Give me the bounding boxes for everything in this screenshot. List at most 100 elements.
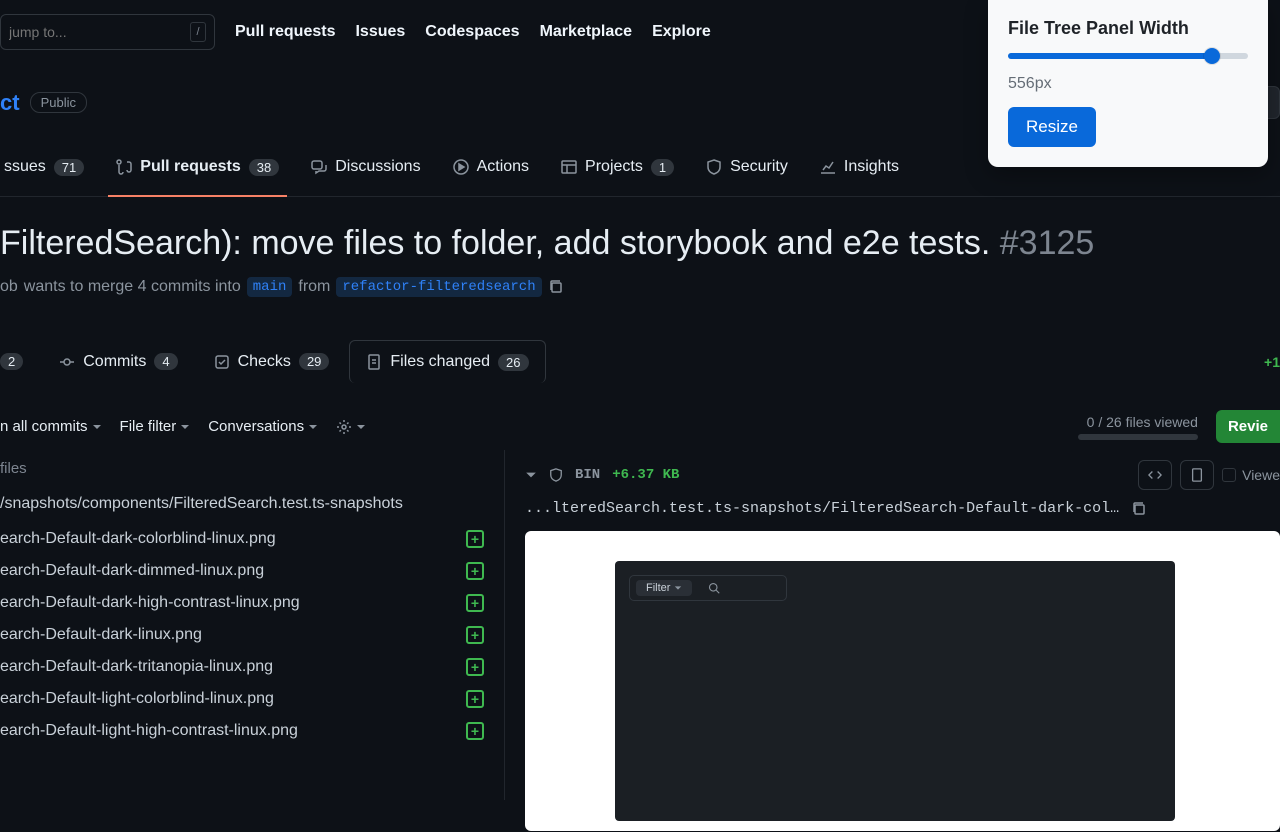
tab-label: Insights (844, 158, 899, 176)
preview-filter-control: Filter (629, 575, 787, 601)
tab-count: 1 (651, 159, 674, 176)
diff-added-icon: + (466, 594, 484, 612)
tab-discussions[interactable]: Discussions (307, 150, 424, 184)
tree-item[interactable]: earch-Default-dark-tritanopia-linux.png+ (0, 651, 494, 683)
tree-item[interactable]: earch-Default-light-colorblind-linux.png… (0, 683, 494, 715)
pr-tab-checks[interactable]: Checks 29 (198, 341, 346, 383)
checks-count: 29 (299, 353, 329, 370)
chevron-down-icon (308, 422, 318, 432)
tab-label: Files changed (390, 353, 490, 371)
nav-issues[interactable]: Issues (355, 23, 405, 41)
tree-item[interactable]: earch-Default-dark-colorblind-linux.png+ (0, 523, 494, 555)
tab-label: Actions (477, 158, 529, 176)
tree-item[interactable]: earch-Default-dark-high-contrast-linux.p… (0, 587, 494, 619)
preview-filter-button[interactable]: Filter (636, 580, 692, 596)
slash-key-hint: / (190, 22, 206, 42)
diff-bin-label: BIN (575, 467, 600, 483)
diff-added-icon: + (466, 658, 484, 676)
tab-actions[interactable]: Actions (449, 150, 533, 184)
search-input[interactable] (9, 24, 190, 40)
diff-added-icon: + (466, 690, 484, 708)
diff-added-icon: + (466, 530, 484, 548)
tab-insights[interactable]: Insights (816, 150, 903, 184)
pr-tab-commits[interactable]: Commits 4 (43, 341, 193, 383)
pr-merge-text: wants to merge 4 commits into (24, 278, 241, 296)
diff-size: +6.37 KB (612, 467, 679, 483)
tab-issues[interactable]: ssues 71 (0, 150, 88, 184)
head-branch[interactable]: refactor-filteredsearch (336, 277, 541, 297)
pr-author[interactable]: ob (0, 278, 18, 296)
rendered-view-button[interactable] (1180, 460, 1214, 490)
files-count: 26 (498, 354, 528, 371)
diff-added-icon: + (466, 722, 484, 740)
checklist-icon (214, 354, 230, 370)
from-text: from (298, 278, 330, 296)
code-icon (1148, 468, 1162, 482)
tab-label: ssues (4, 158, 46, 176)
chevron-down-icon (92, 422, 102, 432)
preview-search-icon[interactable] (700, 582, 780, 594)
pr-title: FilteredSearch): move files to folder, a… (0, 224, 1280, 263)
file-icon (1190, 468, 1204, 482)
tab-security[interactable]: Security (702, 150, 792, 184)
chevron-down-icon (356, 422, 366, 432)
pr-tab-conversation[interactable]: 2 (0, 341, 39, 382)
nav-marketplace[interactable]: Marketplace (540, 23, 633, 41)
graph-icon (820, 159, 836, 175)
slider-value: 556px (1008, 75, 1248, 93)
git-pull-request-icon (116, 159, 132, 175)
commits-count: 4 (154, 353, 177, 370)
diff-image-preview: Filter (525, 531, 1280, 831)
conversations-filter[interactable]: Conversations (208, 418, 318, 435)
settings-dropdown[interactable] (336, 419, 366, 435)
comment-discussion-icon (311, 159, 327, 175)
table-icon (561, 159, 577, 175)
chevron-down-icon (674, 584, 682, 592)
diff-file-path: ...lteredSearch.test.ts-snapshots/Filter… (525, 500, 1119, 517)
copy-icon[interactable] (548, 279, 564, 295)
tab-count: 71 (54, 159, 84, 176)
popover-title: File Tree Panel Width (1008, 18, 1248, 39)
files-viewed-text: 0 / 26 files viewed (1078, 414, 1198, 430)
review-button[interactable]: Revie (1216, 410, 1280, 443)
nav-codespaces[interactable]: Codespaces (425, 23, 519, 41)
nav-pull-requests[interactable]: Pull requests (235, 23, 335, 41)
resize-button[interactable]: Resize (1008, 107, 1096, 147)
commits-filter[interactable]: n all commits (0, 418, 102, 435)
source-view-button[interactable] (1138, 460, 1172, 490)
diff-additions: +1 (1264, 354, 1280, 370)
width-slider[interactable] (1008, 53, 1248, 59)
tab-label: Projects (585, 158, 643, 176)
diff-added-icon: + (466, 562, 484, 580)
play-icon (453, 159, 469, 175)
git-commit-icon (59, 354, 75, 370)
gear-icon (336, 419, 352, 435)
tree-item[interactable]: earch-Default-dark-linux.png+ (0, 619, 494, 651)
copy-path-icon[interactable] (1131, 501, 1147, 517)
chevron-down-icon[interactable] (525, 469, 537, 481)
pr-number: #3125 (1000, 224, 1095, 262)
diff-panel: BIN +6.37 KB Viewe ...lteredSearch.test.… (505, 450, 1280, 800)
viewed-checkbox[interactable]: Viewe (1222, 467, 1280, 483)
file-diff-icon (366, 354, 382, 370)
global-search[interactable]: / (0, 14, 215, 50)
pr-tab-files[interactable]: Files changed 26 (349, 340, 545, 383)
conversation-count: 2 (0, 353, 23, 370)
filter-files-input[interactable]: files (0, 450, 494, 487)
base-branch[interactable]: main (247, 277, 293, 297)
tab-pull-requests[interactable]: Pull requests 38 (112, 150, 283, 184)
nav-explore[interactable]: Explore (652, 23, 711, 41)
repo-name[interactable]: ct (0, 90, 20, 116)
tab-projects[interactable]: Projects 1 (557, 150, 678, 184)
tab-label: Pull requests (140, 158, 240, 176)
tree-folder-path[interactable]: /snapshots/components/FilteredSearch.tes… (0, 487, 494, 523)
tab-label: Security (730, 158, 788, 176)
tree-item[interactable]: earch-Default-dark-dimmed-linux.png+ (0, 555, 494, 587)
tree-item[interactable]: earch-Default-light-high-contrast-linux.… (0, 715, 494, 747)
visibility-badge: Public (30, 92, 87, 113)
file-filter[interactable]: File filter (120, 418, 191, 435)
tab-label: Commits (83, 353, 146, 371)
tab-label: Checks (238, 353, 291, 371)
slider-thumb[interactable] (1204, 48, 1220, 64)
file-tree-width-popover: File Tree Panel Width 556px Resize (988, 0, 1268, 167)
